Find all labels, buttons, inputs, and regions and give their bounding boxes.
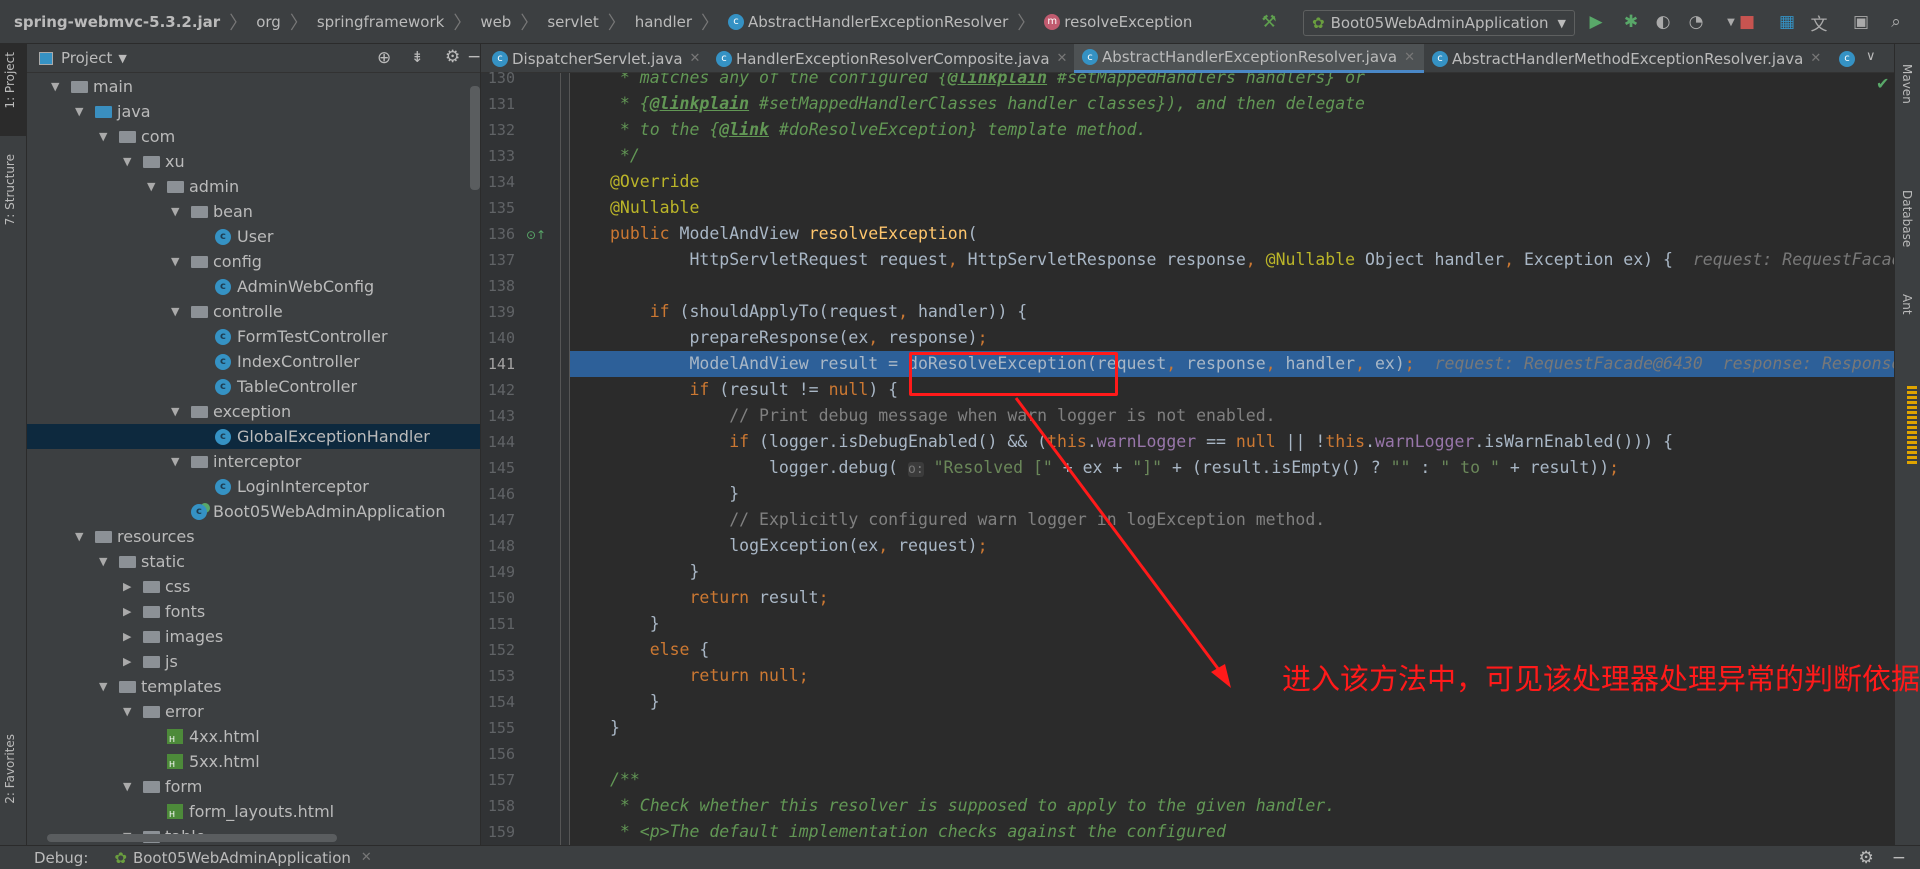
line-number[interactable]: 139 [481,299,515,325]
line-number[interactable]: 150 [481,585,515,611]
line-number[interactable]: 140 [481,325,515,351]
line-number[interactable]: 133 [481,143,515,169]
debug-session-tab[interactable]: Boot05WebAdminApplication [133,849,351,867]
line-number[interactable]: 145 [481,455,515,481]
line-number[interactable]: 148 [481,533,515,559]
debug-label: Debug: [34,848,89,867]
line-number[interactable]: 130 [481,65,515,91]
gear-icon[interactable]: ⚙ [1859,848,1874,868]
spring-boot-icon: ✿ [114,848,127,867]
line-number[interactable]: 157 [481,767,515,793]
line-number[interactable]: 132 [481,117,515,143]
line-number[interactable]: 151 [481,611,515,637]
line-number[interactable]: 135 [481,195,515,221]
line-number[interactable]: 155 [481,715,515,741]
line-number[interactable]: 149 [481,559,515,585]
line-number[interactable]: 144 [481,429,515,455]
close-icon[interactable]: ✕ [361,850,372,865]
annotation-arrow-head [1211,664,1231,688]
annotation-text: 进入该方法中，可见该处理器处理异常的判断依据 [1282,662,1920,696]
hide-icon[interactable]: − [1892,848,1906,868]
line-number[interactable]: 131 [481,91,515,117]
line-number[interactable]: 137 [481,247,515,273]
line-number[interactable]: 138 [481,273,515,299]
line-number[interactable]: 158 [481,793,515,819]
line-number[interactable]: 156 [481,741,515,767]
line-number[interactable]: 143 [481,403,515,429]
line-number[interactable]: 146 [481,481,515,507]
line-number[interactable]: 153 [481,663,515,689]
annotation-arrow [1014,397,1231,688]
annotation-arrow-line [1014,397,1227,679]
line-number[interactable]: 142 [481,377,515,403]
line-number[interactable]: 147 [481,507,515,533]
line-number[interactable]: 159 [481,819,515,845]
line-number[interactable]: 134 [481,169,515,195]
line-number[interactable]: 136 [481,221,515,247]
line-number[interactable]: 141 [481,351,515,377]
line-number[interactable]: 154 [481,689,515,715]
debug-bar: Debug: ✿ Boot05WebAdminApplication ✕ ⚙ − [0,845,1920,869]
line-number[interactable]: 152 [481,637,515,663]
